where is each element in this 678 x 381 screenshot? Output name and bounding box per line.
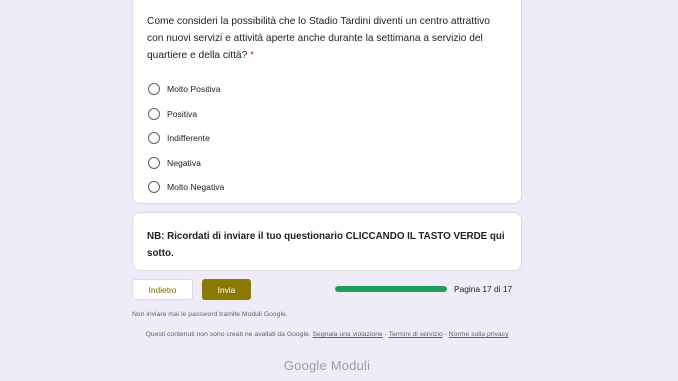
note-text: NB: Ricordati di inviare il tuo question… [147,231,505,259]
radio-button[interactable] [148,156,160,169]
back-button[interactable]: Indietro [132,279,193,300]
disclaimer-text: Questi contenuti non sono creati né aval… [145,331,311,338]
radio-button[interactable] [148,132,160,145]
form-navigation: Indietro Invia Pagina 17 di 17 [132,279,522,301]
radio-label: Indifferente [167,133,210,144]
question-card: Come consideri la possibilità che lo Sta… [132,0,522,204]
question-title: Come consideri la possibilità che lo Sta… [147,13,507,64]
privacy-link[interactable]: Norme sulla privacy [449,331,509,338]
radio-label: Molto Negativa [167,182,225,193]
google-forms-logo[interactable]: Google Moduli [132,358,522,373]
logo-product: Moduli [330,358,371,373]
required-asterisk: * [250,50,255,61]
radio-button[interactable] [148,181,160,194]
radio-option-negativa[interactable]: Negativa [147,151,507,176]
radio-option-indifferente[interactable]: Indifferente [147,126,507,151]
logo-google: Google [283,358,327,373]
radio-group: Molto Positiva Positiva Indifferente Neg… [147,77,507,200]
progress-fill [335,286,447,292]
radio-label: Negativa [167,157,201,168]
radio-label: Molto Positiva [167,84,221,95]
radio-label: Positiva [167,108,198,119]
radio-option-molto-negativa[interactable]: Molto Negativa [147,175,507,200]
page-indicator: Pagina 17 di 17 [454,284,513,294]
radio-button[interactable] [148,107,160,120]
radio-option-molto-positiva[interactable]: Molto Positiva [147,77,507,102]
footer-disclaimer: Questi contenuti non sono creati né aval… [132,330,522,339]
progress-bar [335,286,447,292]
password-warning: Non inviare mai le password tramite Modu… [132,311,288,318]
submit-button[interactable]: Invia [202,279,251,300]
radio-button[interactable] [148,83,160,96]
note-card: NB: Ricordati di inviare il tuo question… [132,212,522,271]
terms-link[interactable]: Termini di servizio [389,331,443,338]
radio-option-positiva[interactable]: Positiva [147,102,507,127]
report-abuse-link[interactable]: Segnala una violazione [313,331,383,338]
question-text: Come consideri la possibilità che lo Sta… [147,16,490,61]
